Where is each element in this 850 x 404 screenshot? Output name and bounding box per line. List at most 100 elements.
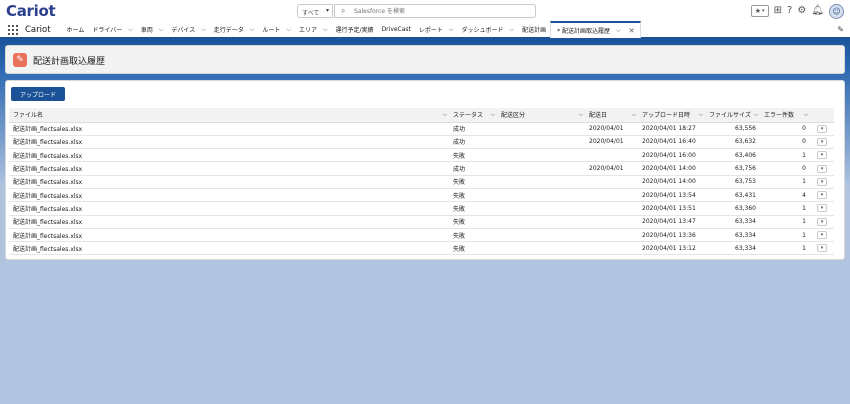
file-size-cell: 63,334: [705, 215, 760, 229]
row-actions-cell: ▾: [810, 122, 834, 136]
chevron-down-icon[interactable]: ⌵: [442, 111, 447, 119]
nav-item[interactable]: 車両 ⌵: [137, 21, 168, 38]
help-icon[interactable]: ?: [787, 5, 792, 17]
nav-item[interactable]: レポート ⌵: [415, 21, 458, 38]
file-size-cell: 63,431: [705, 188, 760, 203]
nav-item[interactable]: エリア ⌵: [295, 21, 332, 38]
file-name-cell: 配送計画_flectsales.xlsx: [9, 161, 449, 176]
column-header[interactable]: ファイル名 ⌵: [9, 108, 449, 123]
row-action-menu-button[interactable]: ▾: [817, 244, 827, 253]
row-action-menu-button[interactable]: ▾: [817, 137, 827, 146]
notification-bell-icon[interactable]: 🔔︎: [811, 5, 824, 17]
table-row[interactable]: 配送計画_flectsales.xlsx 失敗 2020/04/01 13:12 63…: [9, 241, 834, 256]
row-action-menu-button[interactable]: ▾: [817, 204, 827, 213]
edit-nav-pencil-icon[interactable]: ✎: [837, 25, 844, 34]
column-header[interactable]: エラー件数 ⌵: [760, 108, 810, 123]
file-size-cell: 63,334: [705, 241, 760, 256]
avatar[interactable]: ☺: [829, 3, 844, 19]
global-search[interactable]: ⌕: [334, 4, 536, 18]
chevron-down-icon[interactable]: ⌵: [201, 26, 206, 34]
row-action-menu-button[interactable]: ▾: [817, 124, 827, 133]
chevron-down-icon[interactable]: ⌵: [159, 26, 164, 34]
search-scope-dropdown[interactable]: すべて ▾: [297, 4, 333, 18]
column-header[interactable]: 配送日 ⌵: [585, 108, 638, 123]
nav-item-label: DriveCast: [381, 26, 411, 33]
chevron-down-icon[interactable]: ⌵: [803, 111, 808, 119]
delivery-date-cell: [585, 201, 638, 216]
star-icon: ★: [754, 7, 761, 15]
chevron-down-icon[interactable]: ⌵: [698, 111, 703, 119]
nav-item-label: 走行データ: [213, 27, 244, 34]
nav-item[interactable]: 配送計画: [518, 21, 550, 38]
app-launcher-icon[interactable]: [8, 24, 18, 35]
table-row[interactable]: 配送計画_flectsales.xlsx 失敗 2020/04/01 16:00 63…: [9, 148, 834, 163]
chevron-down-icon[interactable]: ⌵: [286, 26, 291, 34]
uploaded-at-cell: 2020/04/01 13:51: [638, 201, 705, 216]
tab-upload-history[interactable]: * 配送計画取込履歴 ⌵ ✕: [550, 21, 642, 38]
chevron-down-icon[interactable]: ⌵: [250, 26, 255, 34]
chevron-down-icon[interactable]: ⌵: [490, 111, 495, 119]
chevron-down-icon[interactable]: ⌵: [753, 111, 758, 119]
favorites-button[interactable]: ★ ▾: [750, 5, 769, 17]
nav-item-label: 配送計画: [522, 27, 547, 34]
table-row[interactable]: 配送計画_flectsales.xlsx 失敗 2020/04/01 13:36 63…: [9, 228, 834, 243]
nav-item[interactable]: ホーム: [63, 21, 89, 38]
error-count-cell: 0: [760, 122, 810, 136]
column-header[interactable]: ステータス ⌵: [449, 108, 497, 123]
setup-gear-icon[interactable]: ⚙: [797, 5, 806, 17]
app-name: Cariot: [25, 24, 51, 35]
chevron-down-icon[interactable]: ⌵: [323, 26, 328, 34]
chevron-down-icon: ▾: [325, 7, 329, 14]
nav-item-label: ドライバー: [92, 27, 123, 34]
nav-item[interactable]: ダッシュボード ⌵: [457, 21, 518, 38]
nav-item[interactable]: ドライバー ⌵: [88, 21, 136, 38]
app-navigation: Cariot ホーム ドライバー ⌵ 車両 ⌵ デバイス ⌵ 走行データ ⌵ ルート ⌵ エリア ⌵ 運行…: [0, 21, 850, 39]
chevron-down-icon[interactable]: ⌵: [449, 26, 454, 34]
chevron-down-icon[interactable]: ⌵: [616, 27, 621, 35]
column-header[interactable]: ファイルサイズ ⌵: [705, 108, 760, 123]
search-input[interactable]: [354, 6, 524, 17]
row-action-menu-button[interactable]: ▾: [817, 164, 827, 173]
row-action-menu-button[interactable]: ▾: [817, 231, 827, 240]
table-row[interactable]: 配送計画_flectsales.xlsx 失敗 2020/04/01 13:51 63…: [9, 201, 834, 216]
category-cell: [497, 201, 585, 216]
cariot-logo[interactable]: Cariot: [6, 2, 56, 20]
row-action-menu-button[interactable]: ▾: [817, 191, 827, 200]
column-header[interactable]: 配送区分 ⌵: [497, 108, 585, 123]
nav-item[interactable]: 走行データ ⌵: [210, 21, 259, 38]
chevron-down-icon[interactable]: ⌵: [510, 26, 515, 34]
column-header[interactable]: アップロード日時 ⌵: [638, 108, 705, 123]
table-row[interactable]: 配送計画_flectsales.xlsx 失敗 2020/04/01 13:47 63…: [9, 215, 834, 229]
nav-item[interactable]: DriveCast: [378, 21, 415, 38]
nav-item[interactable]: ルート ⌵: [258, 21, 295, 38]
row-action-menu-button[interactable]: ▾: [817, 217, 827, 226]
file-name-cell: 配送計画_flectsales.xlsx: [9, 148, 449, 163]
table-row[interactable]: 配送計画_flectsales.xlsx 失敗 2020/04/01 14:00 63…: [9, 175, 834, 189]
row-action-menu-button[interactable]: ▾: [817, 177, 827, 186]
delivery-date-cell: [585, 148, 638, 163]
file-size-cell: 63,360: [705, 201, 760, 216]
delivery-date-cell: [585, 215, 638, 229]
table-row[interactable]: 配送計画_flectsales.xlsx 失敗 2020/04/01 13:54 63…: [9, 188, 834, 203]
chevron-down-icon[interactable]: ⌵: [578, 111, 583, 119]
status-cell: 成功: [449, 135, 497, 150]
close-icon[interactable]: ✕: [629, 27, 635, 35]
add-icon[interactable]: ⊞: [774, 5, 782, 17]
upload-button[interactable]: アップロード: [11, 87, 65, 101]
table-row[interactable]: 配送計画_flectsales.xlsx 成功 2020/04/01 2020/04/…: [9, 161, 834, 176]
nav-item[interactable]: 運行予定/実績: [332, 21, 378, 38]
chevron-down-icon[interactable]: ⌵: [631, 111, 636, 119]
nav-item-label: ホーム: [66, 27, 85, 34]
status-cell: 失敗: [449, 188, 497, 203]
chevron-down-icon[interactable]: ⌵: [128, 26, 133, 34]
table-row[interactable]: 配送計画_flectsales.xlsx 成功 2020/04/01 2020/04/…: [9, 135, 834, 150]
delivery-date-cell: 2020/04/01: [585, 135, 638, 150]
table-row[interactable]: 配送計画_flectsales.xlsx 成功 2020/04/01 2020/04/…: [9, 122, 834, 136]
global-header: Cariot すべて ▾ ⌕ ★▾ ⊞ ? ⚙ 🔔︎ ☺: [0, 0, 850, 22]
status-cell: 失敗: [449, 241, 497, 256]
status-cell: 失敗: [449, 175, 497, 189]
row-actions-cell: ▾: [810, 175, 834, 189]
nav-item[interactable]: デバイス ⌵: [167, 21, 209, 38]
error-count-cell: 1: [760, 148, 810, 163]
row-action-menu-button[interactable]: ▾: [817, 151, 827, 160]
